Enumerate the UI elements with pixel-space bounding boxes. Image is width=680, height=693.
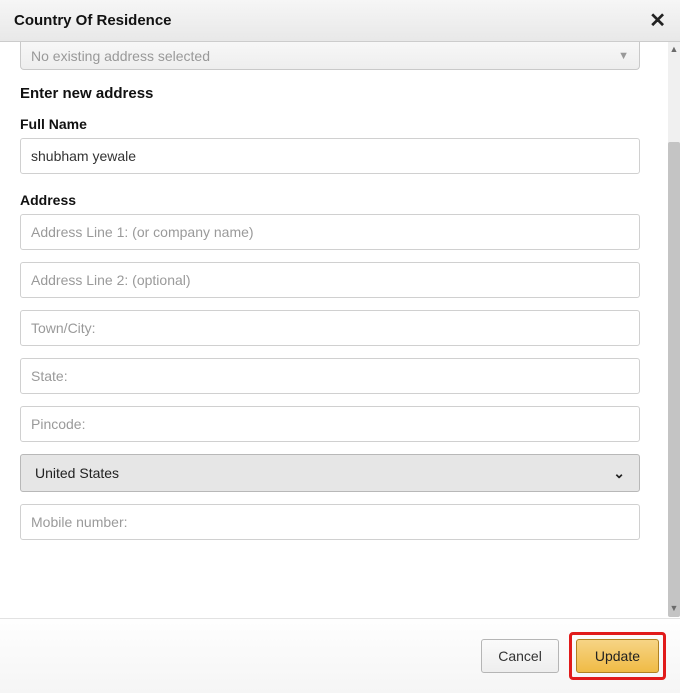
close-icon[interactable]: ✕ (649, 8, 666, 33)
modal-title: Country Of Residence (14, 12, 172, 29)
country-value: United States (35, 465, 119, 481)
modal-content: No existing address selected ▼ Enter new… (0, 42, 668, 618)
scroll-wrap: No existing address selected ▼ Enter new… (0, 42, 680, 618)
mobile-input[interactable] (20, 504, 640, 540)
chevron-down-icon: ▼ (618, 50, 629, 62)
state-input[interactable] (20, 358, 640, 394)
address-line1-input[interactable] (20, 214, 640, 250)
scroll-down-icon[interactable]: ▼ (669, 603, 679, 613)
section-heading: Enter new address (20, 85, 648, 102)
scrollbar-thumb[interactable] (668, 142, 680, 617)
cancel-button[interactable]: Cancel (481, 639, 559, 673)
modal-header: Country Of Residence ✕ (0, 0, 680, 42)
country-select[interactable]: United States ⌄ (20, 454, 640, 492)
update-button[interactable]: Update (576, 639, 659, 673)
scrollbar-track[interactable]: ▲ ▼ (668, 42, 680, 615)
update-highlight: Update (569, 632, 666, 680)
address-line2-input[interactable] (20, 262, 640, 298)
full-name-label: Full Name (20, 116, 648, 132)
address-label: Address (20, 192, 648, 208)
existing-address-value: No existing address selected (31, 48, 210, 64)
city-input[interactable] (20, 310, 640, 346)
pincode-input[interactable] (20, 406, 640, 442)
scroll-up-icon[interactable]: ▲ (669, 44, 679, 54)
full-name-input[interactable] (20, 138, 640, 174)
existing-address-select[interactable]: No existing address selected ▼ (20, 42, 640, 70)
modal-footer: Cancel Update (0, 618, 680, 693)
chevron-down-icon: ⌄ (613, 465, 625, 482)
